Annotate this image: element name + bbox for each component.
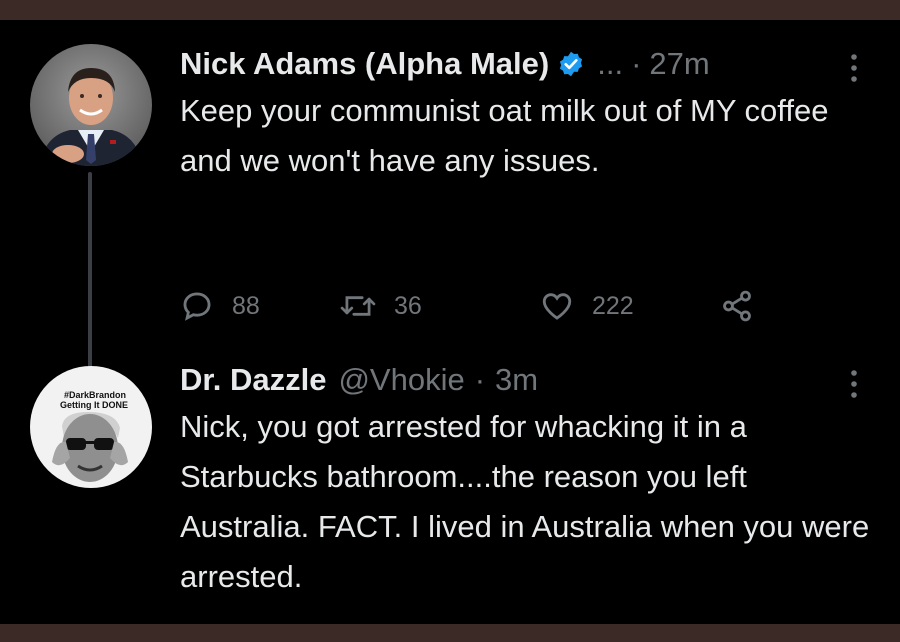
tweet-body-text: Nick, you got arrested for whacking it i… [180,409,870,594]
retweet-count: 36 [394,291,422,320]
avatar-nick-adams[interactable] [30,44,152,166]
tweet-original[interactable]: Nick Adams (Alpha Male) ... · 27m Keep y… [180,44,860,322]
reply-button[interactable]: 88 [180,288,260,324]
reply-icon [183,292,211,321]
like-button[interactable]: 222 [540,288,634,324]
avatar-caption-1: #DarkBrandon [64,390,126,400]
avatar-caption-2: Getting It DONE [60,400,128,410]
retweet-button[interactable]: 36 [340,288,422,324]
verified-badge-icon [560,51,583,77]
tweet-header: Dr. Dazzle @Vhokie · 3m [180,360,860,400]
header-truncation: ... [597,46,624,81]
avatar-nick-adams-image [30,44,152,166]
more-options-icon[interactable] [848,368,860,400]
header-separator: · [474,362,486,397]
share-button[interactable] [720,288,754,324]
author-display-name[interactable]: Nick Adams (Alpha Male) [180,44,549,84]
avatar-dr-dazzle[interactable]: #DarkBrandon Getting It DONE [30,366,152,488]
heart-icon [542,293,572,320]
reply-count: 88 [232,291,260,320]
tweet-header: Nick Adams (Alpha Male) ... · 27m [180,44,860,84]
share-icon [723,290,751,322]
more-options-icon[interactable] [848,52,860,84]
tweet-body-text: Keep your communist oat milk out of MY c… [180,93,829,178]
author-display-name[interactable]: Dr. Dazzle [180,360,326,400]
tweet-action-bar: 88 36 222 [180,288,860,324]
tweet-timestamp[interactable]: 27m [649,44,709,84]
avatar-dr-dazzle-image: #DarkBrandon Getting It DONE [30,366,152,488]
thread-connector-line [88,172,92,377]
tweet-reply[interactable]: Dr. Dazzle @Vhokie · 3m Nick, you got ar… [180,360,869,602]
tweet-timestamp[interactable]: 3m [495,360,538,400]
like-count: 222 [592,291,634,320]
tweet-thread-screen: #DarkBrandon Getting It DONE Nick Adams … [0,20,900,624]
header-separator: · [631,46,642,81]
retweet-icon [340,296,376,316]
author-handle[interactable]: @Vhokie [338,360,464,400]
